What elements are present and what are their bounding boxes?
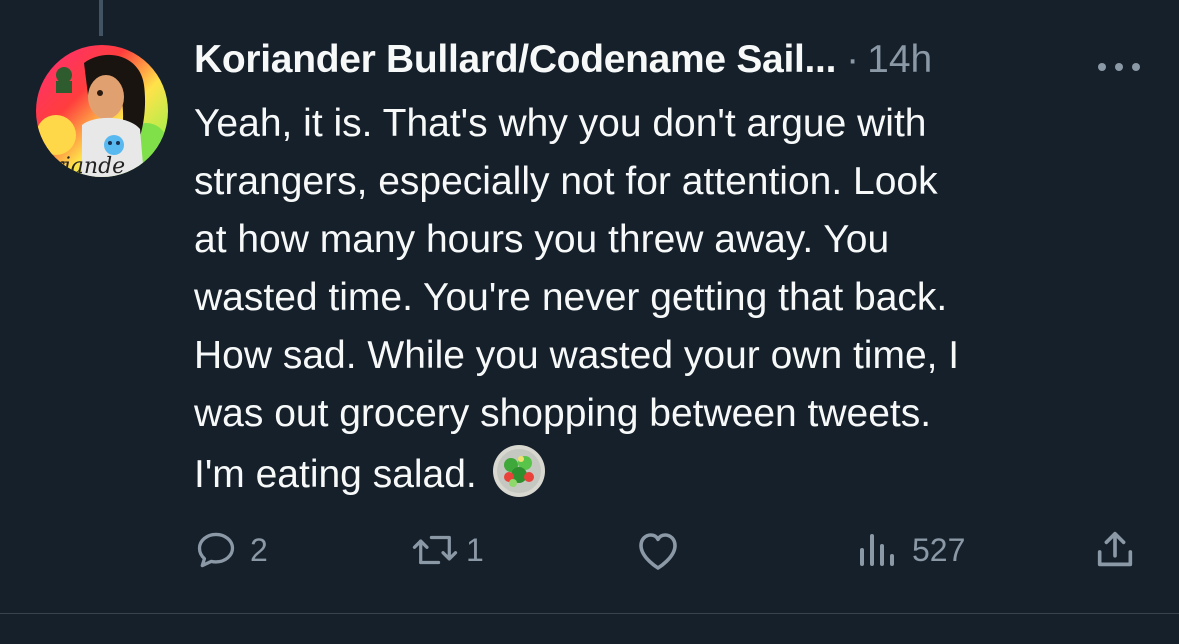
views-button[interactable]: 527 — [856, 526, 965, 574]
retweet-count: 1 — [466, 531, 484, 568]
heart-icon — [639, 533, 677, 570]
bar-chart-icon — [860, 534, 894, 566]
avatar-signature: oriande — [40, 154, 125, 177]
reply-button[interactable]: 2 — [194, 526, 268, 574]
tweet-text: Yeah, it is. That's why you don't argue … — [194, 95, 1144, 504]
share-icon — [1097, 531, 1133, 567]
more-dots-icon — [1098, 63, 1106, 71]
like-button[interactable] — [634, 526, 694, 574]
avatar[interactable]: oriande — [36, 45, 168, 177]
tweet-text-line: wasted time. You're never getting that b… — [194, 276, 948, 319]
tweet-text-line: strangers, especially not for attention.… — [194, 160, 938, 203]
header-separator: · — [846, 38, 860, 81]
tweet-divider — [0, 613, 1179, 614]
tweet-actions: 2 1 527 — [194, 526, 1144, 574]
tweet: Koriander Bullard/Codename Sail... · 14h… — [194, 38, 1144, 504]
tweet-header: Koriander Bullard/Codename Sail... · 14h — [194, 38, 1144, 98]
reply-bubble-icon — [197, 532, 235, 568]
salad-emoji — [491, 443, 547, 499]
tweet-text-line: How sad. While you wasted your own time,… — [194, 334, 960, 377]
avatar-image: oriande — [36, 45, 168, 177]
tweet-text-line: I'm eating salad. — [194, 453, 477, 496]
tweet-text-line-last: I'm eating salad. — [194, 443, 1144, 504]
author-name[interactable]: Koriander Bullard/Codename Sail... — [194, 38, 836, 82]
tweet-text-line: at how many hours you threw away. You — [194, 218, 890, 261]
tweet-text-line: was out grocery shopping between tweets. — [194, 392, 932, 435]
thread-connector-line — [99, 0, 103, 36]
retweet-icon — [412, 535, 458, 565]
tweet-text-line: Yeah, it is. That's why you don't argue … — [194, 102, 927, 145]
tweet-timestamp[interactable]: 14h — [867, 38, 932, 82]
reply-count: 2 — [250, 531, 268, 568]
more-dots-icon — [1115, 63, 1123, 71]
views-count: 527 — [912, 531, 966, 568]
share-button[interactable] — [1092, 526, 1138, 574]
more-dots-icon — [1132, 63, 1140, 71]
retweet-button[interactable]: 1 — [410, 526, 484, 574]
more-options-button[interactable] — [1098, 60, 1140, 74]
